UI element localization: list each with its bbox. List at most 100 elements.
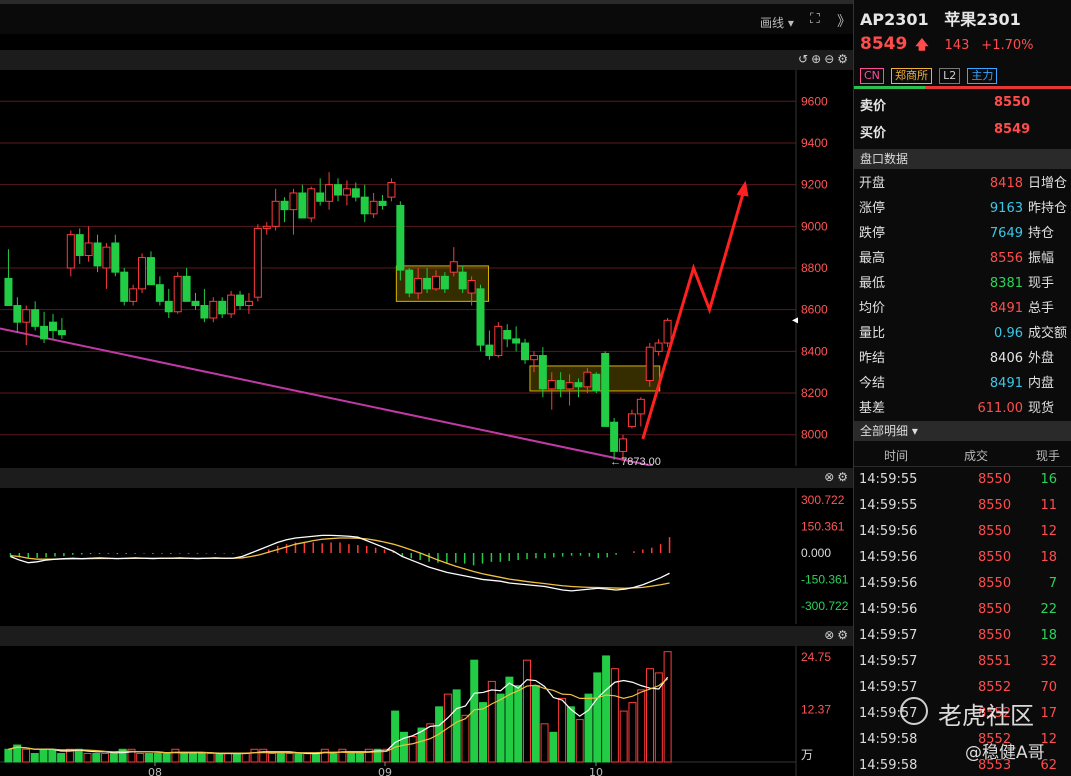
- x-tick-label: 08: [148, 766, 162, 776]
- candle-body: [316, 192, 325, 202]
- candle-body: [583, 371, 592, 388]
- stat-value: 8491: [989, 376, 1023, 391]
- trade-volume: 18: [1040, 550, 1057, 565]
- trade-table-header: 时间 成交 现手: [854, 441, 1071, 467]
- trade-time: 14:59:56: [859, 602, 918, 617]
- volume-panel-controls-icon[interactable]: ⊗⚙: [824, 628, 851, 642]
- stat-right-label: 昨持仓: [1028, 201, 1068, 216]
- volume-bar: [663, 651, 672, 763]
- volume-bar: [171, 748, 180, 763]
- col-time: 时间: [884, 449, 909, 463]
- trade-price: 8550: [978, 628, 1012, 643]
- y-tick-label: 8800: [801, 261, 828, 275]
- candle-body: [663, 319, 672, 344]
- stat-value: 8381: [989, 276, 1023, 291]
- candle-body: [200, 305, 209, 319]
- stat-right-label: 现手: [1028, 276, 1055, 291]
- candle-body: [262, 225, 271, 229]
- collapse-panel-icon[interactable]: 》: [837, 11, 851, 31]
- volume-bar: [593, 672, 602, 763]
- volume-bar: [294, 753, 303, 763]
- volume-panel-bar: ⊗⚙: [0, 626, 853, 646]
- volume-bar: [83, 753, 92, 763]
- candle-body: [538, 355, 547, 390]
- main-panel-controls-icon[interactable]: ↺⊕⊖⚙: [798, 52, 851, 66]
- tag-cn: CN: [860, 68, 884, 84]
- candle-body: [449, 261, 458, 273]
- candle-body: [244, 300, 253, 307]
- candle-body: [645, 346, 654, 382]
- macd-panel-bar: ⊗⚙: [0, 468, 853, 488]
- trade-price: 8550: [978, 524, 1012, 539]
- candle-body: [521, 342, 530, 361]
- candle-body: [298, 192, 307, 219]
- trade-detail-title[interactable]: 全部明细 ▾: [854, 421, 1071, 441]
- trade-time: 14:59:56: [859, 524, 918, 539]
- order-book-title[interactable]: 盘口数据: [854, 149, 1071, 169]
- chart-area[interactable]: 画线 ▾ ⛶ 》 ↺⊕⊖⚙ 9600 9400 9200 9000 8800 8600 84…: [0, 0, 853, 776]
- stat-label: 基差: [859, 401, 886, 416]
- volume-bar: [470, 659, 479, 763]
- quote-panel: AP2301 苹果2301 8549 🡅 143 +1.70% CN 郑商所 L…: [853, 0, 1071, 776]
- trade-row: 14:59:55 8550 16: [854, 467, 1071, 493]
- ask-label: 卖价: [860, 99, 887, 114]
- volume-bar: [558, 697, 567, 763]
- macd-panel-controls-icon[interactable]: ⊗⚙: [824, 470, 851, 484]
- volume-bar: [206, 753, 215, 763]
- volume-bar: [479, 702, 488, 763]
- candle-body: [627, 413, 636, 427]
- candle-body: [423, 277, 432, 290]
- volume-chart[interactable]: 24.75 12.37 万 08 09 10: [0, 646, 853, 776]
- candle-body: [31, 309, 40, 327]
- volume-bar: [408, 736, 417, 763]
- candle-body: [360, 196, 369, 215]
- stat-row: 均价 8491 总手: [854, 296, 1071, 321]
- y-tick-label: 8400: [801, 344, 828, 358]
- candle-body: [369, 200, 378, 215]
- y-tick-label: 9200: [801, 178, 828, 192]
- volume-bar: [232, 753, 241, 763]
- candle-body: [93, 242, 102, 267]
- col-volume: 现手: [1036, 449, 1061, 463]
- volume-bar: [250, 748, 259, 763]
- x-tick-label: 10: [589, 766, 603, 776]
- fullscreen-icon[interactable]: ⛶: [810, 11, 820, 27]
- volume-bar: [540, 723, 549, 763]
- volume-bar: [276, 753, 285, 763]
- candlestick-chart[interactable]: 9600 9400 9200 9000 8800 8600 8400 8200 8000 ←787…: [0, 70, 853, 466]
- candle-body: [111, 242, 120, 273]
- y-tick-label: 9600: [801, 94, 828, 108]
- volume-bar: [30, 753, 39, 763]
- stat-right-label: 日增仓: [1028, 176, 1068, 191]
- volume-bar: [522, 659, 531, 763]
- candle-body: [280, 200, 289, 211]
- candle-body: [440, 275, 449, 290]
- trade-volume: 17: [1040, 706, 1057, 721]
- candle-body: [40, 325, 49, 340]
- trade-time: 14:59:55: [859, 498, 918, 513]
- volume-bar: [48, 748, 57, 763]
- stat-label: 今结: [859, 376, 886, 391]
- trade-row: 14:59:55 8550 11: [854, 493, 1071, 519]
- candle-body: [431, 275, 440, 290]
- volume-bar: [39, 748, 48, 763]
- volume-bar: [74, 748, 83, 763]
- bid-price: 8549: [994, 122, 1031, 137]
- trade-row: 14:59:56 8550 12: [854, 519, 1071, 545]
- y-tick-label: 9000: [801, 219, 828, 233]
- stat-right-label: 振幅: [1028, 251, 1055, 266]
- watermark-author: @稳健A哥: [965, 743, 1045, 763]
- volume-bar: [224, 753, 233, 763]
- draw-line-menu[interactable]: 画线 ▾: [760, 14, 794, 31]
- trade-time: 14:59:57: [859, 654, 918, 669]
- candle-body: [414, 277, 423, 294]
- trade-time: 14:59:56: [859, 550, 918, 565]
- macd-chart[interactable]: 300.722 150.361 0.000 -150.361 -300.722: [0, 488, 853, 624]
- volume-bar: [285, 753, 294, 763]
- stat-row: 基差 611.00 现货: [854, 396, 1071, 421]
- volume-bar: [391, 710, 400, 763]
- volume-bar: [549, 731, 558, 763]
- volume-bar: [347, 753, 356, 763]
- candle-body: [209, 300, 218, 319]
- trade-volume: 18: [1040, 628, 1057, 643]
